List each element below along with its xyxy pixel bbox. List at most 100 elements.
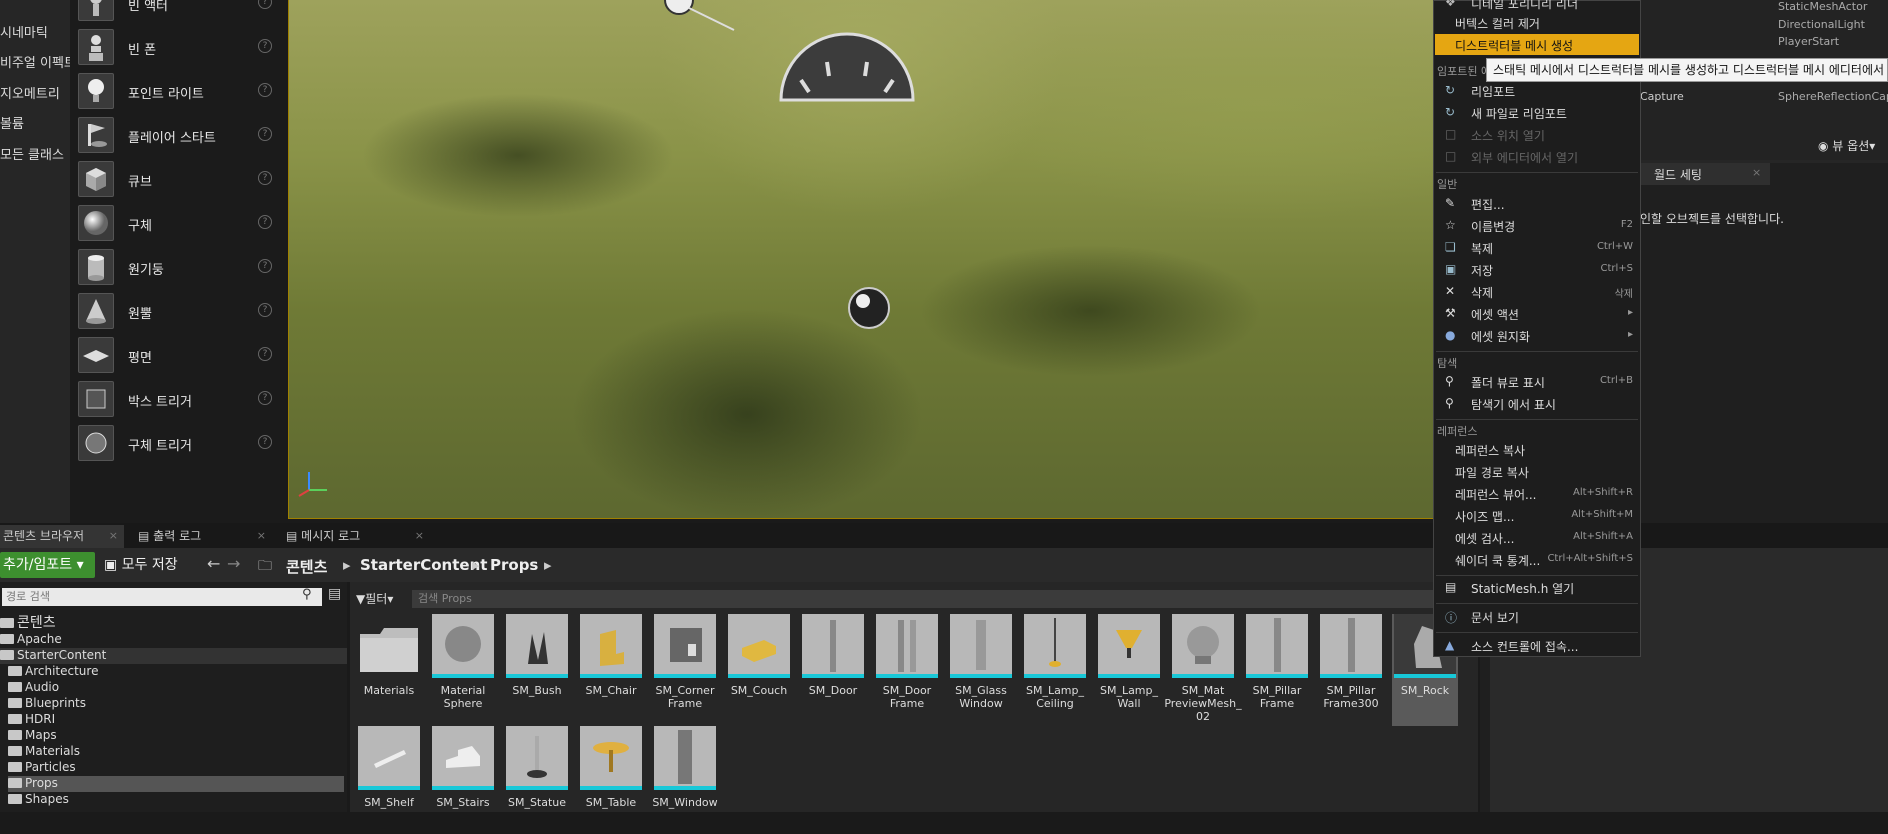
asset-tile-sm-chair[interactable]: SM_Chair [578, 614, 644, 722]
tab-content-browser[interactable]: 콘텐츠 브라우저 × [0, 525, 124, 548]
help-icon[interactable]: ? [258, 303, 272, 317]
asset-tile-sm-door-frame[interactable]: SM_Door Frame [874, 614, 940, 722]
close-icon[interactable]: × [257, 525, 266, 547]
help-icon[interactable]: ? [258, 171, 272, 185]
tree-root-content[interactable]: 콘텐츠 [0, 612, 56, 631]
tree-item-startercontent[interactable]: StarterContent [0, 648, 347, 664]
place-item-sphere[interactable]: 구체 ? [78, 203, 278, 247]
close-icon[interactable]: × [1752, 166, 1761, 179]
place-item-box-trigger[interactable]: 박스 트리거 ? [78, 379, 278, 423]
asset-tile-sm-window[interactable]: SM_Window [652, 726, 718, 834]
menu-item-open-header[interactable]: ▤ StaticMesh.h 열기 [1435, 577, 1639, 598]
asset-tile-sm-couch[interactable]: SM_Couch [726, 614, 792, 722]
level-viewport[interactable] [288, 0, 1434, 519]
menu-item-show-in-explorer[interactable]: ⚲ 탐색기 에서 표시 [1435, 393, 1639, 414]
asset-tile-sm-pillar-frame300[interactable]: SM_Pillar Frame300 [1318, 614, 1384, 722]
place-item-cylinder[interactable]: 원기둥 ? [78, 247, 278, 291]
breadcrumb-separator[interactable]: ▸ [343, 556, 351, 574]
menu-item-open-external-editor[interactable]: □ 외부 에디터에서 열기 [1435, 146, 1639, 167]
breadcrumb-content[interactable]: 콘텐츠 [286, 556, 327, 577]
close-icon[interactable]: × [109, 525, 118, 547]
asset-tile-sm-stairs[interactable]: SM_Stairs [430, 726, 496, 834]
place-item-player-start[interactable]: 플레이어 스타트 ? [78, 115, 278, 159]
category-cinematic[interactable]: 시네마틱 [0, 22, 48, 42]
filter-button[interactable]: ▼필터▾ [356, 590, 393, 607]
menu-item-copy-file-path[interactable]: 파일 경로 복사 [1435, 461, 1639, 482]
tree-item-materials[interactable]: Materials [8, 744, 80, 760]
place-item-cone[interactable]: 원뿔 ? [78, 291, 278, 335]
back-arrow-icon[interactable]: ← [207, 554, 220, 573]
help-icon[interactable]: ? [258, 39, 272, 53]
asset-tile-sm-lamp-wall[interactable]: SM_Lamp_ Wall [1096, 614, 1162, 722]
menu-item-reimport-new-file[interactable]: ↻ 새 파일로 리임포트 [1435, 102, 1639, 123]
category-all-classes[interactable]: 모든 클래스 [0, 144, 64, 164]
place-item-empty-actor[interactable]: 빈 액터 ? [78, 0, 278, 27]
asset-tile-sm-table[interactable]: SM_Table [578, 726, 644, 834]
tree-options-icon[interactable]: ▤ [328, 586, 341, 602]
menu-item-view-docs[interactable]: ⓘ 문서 보기 [1435, 606, 1639, 627]
menu-item-save[interactable]: ▣ 저장 Ctrl+S [1435, 259, 1639, 280]
place-item-empty-pawn[interactable]: 빈 폰 ? [78, 27, 278, 71]
menu-item-edit[interactable]: ✎ 편집... [1435, 193, 1639, 214]
asset-tile-sm-glass-window[interactable]: SM_Glass Window [948, 614, 1014, 722]
tab-output-log[interactable]: ▤ 출력 로그 × [132, 525, 272, 548]
tree-item-architecture[interactable]: Architecture [8, 664, 98, 680]
asset-tile-sm-pillar-frame[interactable]: SM_Pillar Frame [1244, 614, 1310, 722]
menu-item-show-in-folder-view[interactable]: ⚲ 폴더 뷰로 표시 Ctrl+B [1435, 371, 1639, 392]
menu-item-duplicate[interactable]: ❏ 복제 Ctrl+W [1435, 237, 1639, 258]
outliner-row-label[interactable]: Capture [1640, 90, 1684, 103]
asset-tile-sm-mat-preview-mesh[interactable]: SM_Mat PreviewMesh_ 02 [1164, 614, 1242, 723]
place-item-sphere-trigger[interactable]: 구체 트리거 ? [78, 423, 278, 467]
breadcrumb-separator[interactable]: ▸ [544, 556, 552, 574]
help-icon[interactable]: ? [258, 215, 272, 229]
menu-item-size-map[interactable]: 사이즈 맵... Alt+Shift+M [1435, 505, 1639, 526]
path-search-input[interactable]: 경로 검색 [2, 588, 322, 606]
tree-item-hdri[interactable]: HDRI [8, 712, 55, 728]
help-icon[interactable]: ? [258, 391, 272, 405]
tree-item-apache[interactable]: Apache [0, 632, 347, 648]
menu-item-delete[interactable]: ✕ 삭제 삭제 [1435, 281, 1639, 302]
menu-item-rename[interactable]: ☆ 이름변경 F2 [1435, 215, 1639, 236]
tree-item-maps[interactable]: Maps [8, 728, 57, 744]
help-icon[interactable]: ? [258, 435, 272, 449]
tree-item-props[interactable]: Props [8, 776, 344, 792]
menu-item-remove-vertex-colors[interactable]: 버텍스 컬러 제거 [1435, 12, 1639, 33]
breadcrumb-startercontent[interactable]: StarterContent [360, 556, 487, 574]
asset-tile-sm-door[interactable]: SM_Door [800, 614, 866, 722]
menu-item-shader-cook-stats[interactable]: 쉐이더 쿡 통계... Ctrl+Alt+Shift+S [1435, 549, 1639, 570]
menu-item-asset-actions[interactable]: ⚒ 에셋 액션 ▸ [1435, 303, 1639, 324]
menu-item-asset-audit[interactable]: 에셋 검사... Alt+Shift+A [1435, 527, 1639, 548]
asset-tile-material-sphere[interactable]: Material Sphere [430, 614, 496, 722]
tree-item-particles[interactable]: Particles [8, 760, 76, 776]
asset-tile-sm-lamp-ceiling[interactable]: SM_Lamp_ Ceiling [1022, 614, 1088, 722]
category-geometry[interactable]: 지오메트리 [0, 83, 60, 103]
asset-tile-sm-bush[interactable]: SM_Bush [504, 614, 570, 722]
menu-item-source-control[interactable]: ▲ 소스 컨트롤에 접속... [1435, 635, 1639, 656]
help-icon[interactable]: ? [258, 83, 272, 97]
tree-item-shapes[interactable]: Shapes [8, 792, 69, 808]
menu-item-asset-localization[interactable]: ● 에셋 원지화 ▸ [1435, 325, 1639, 346]
help-icon[interactable]: ? [258, 347, 272, 361]
asset-tile-sm-corner-frame[interactable]: SM_Corner Frame [652, 614, 718, 722]
breadcrumb-separator[interactable]: ▸ [472, 556, 480, 574]
help-icon[interactable]: ? [258, 0, 272, 9]
asset-tile-sm-statue[interactable]: SM_Statue [504, 726, 570, 834]
add-import-button[interactable]: 추가/임포트 ▾ [0, 552, 95, 578]
tree-item-audio[interactable]: Audio [8, 680, 59, 696]
asset-tile-materials[interactable]: Materials [356, 614, 422, 722]
forward-arrow-icon[interactable]: → [227, 554, 240, 573]
tree-item-blueprints[interactable]: Blueprints [8, 696, 86, 712]
help-icon[interactable]: ? [258, 127, 272, 141]
save-all-button[interactable]: ▣ 모두 저장 [104, 552, 178, 578]
menu-item-reference-viewer[interactable]: 레퍼런스 뷰어... Alt+Shift+R [1435, 483, 1639, 504]
menu-item-open-source-location[interactable]: □ 소스 위치 열기 [1435, 124, 1639, 145]
asset-search-input[interactable]: 검색 Props [412, 590, 1472, 608]
place-item-point-light[interactable]: 포인트 라이트 ? [78, 71, 278, 115]
tab-world-settings[interactable]: 월드 세팅 × [1640, 163, 1770, 185]
menu-item-reimport[interactable]: ↻ 리임포트 [1435, 80, 1639, 101]
category-volumes[interactable]: 볼륨 [0, 113, 24, 133]
category-visual-effects[interactable]: 비주얼 이펙트 [0, 52, 76, 72]
place-item-plane[interactable]: 평면 ? [78, 335, 278, 379]
breadcrumb-props[interactable]: Props [490, 556, 538, 574]
place-item-cube[interactable]: 큐브 ? [78, 159, 278, 203]
